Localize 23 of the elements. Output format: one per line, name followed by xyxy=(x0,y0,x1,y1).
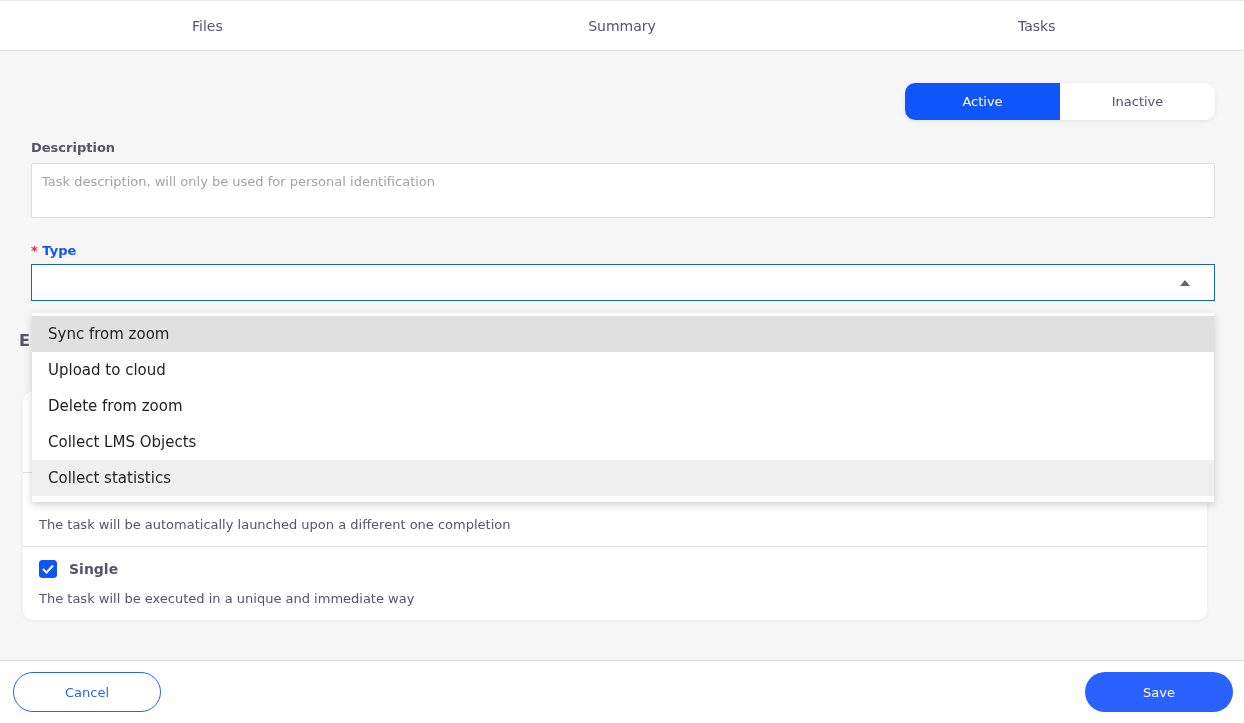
dropdown-option[interactable]: Delete from zoom xyxy=(32,388,1214,424)
field-label: Description xyxy=(31,140,117,155)
tab[interactable]: Files xyxy=(0,1,415,50)
type-select[interactable] xyxy=(31,264,1215,301)
checkbox[interactable] xyxy=(39,560,57,578)
status-option[interactable]: Active xyxy=(905,83,1060,120)
field-label: Type xyxy=(42,243,77,258)
tab[interactable]: Summary xyxy=(414,1,830,50)
cancel-button[interactable]: Cancel xyxy=(13,672,161,712)
option-description: The task will be automatically launched upon a different one completion xyxy=(39,517,512,532)
option-description: The task will be executed in a unique and immediate way xyxy=(39,591,416,606)
dropdown-option[interactable]: Collect LMS Objects xyxy=(32,424,1214,460)
caret-icon xyxy=(1180,279,1190,286)
dropdown-option[interactable]: Collect statistics xyxy=(32,460,1214,496)
required-mark: * xyxy=(31,243,38,258)
description-field[interactable]: Task description, will only be used for personal identification xyxy=(31,163,1215,218)
dropdown-option[interactable]: Upload to cloud xyxy=(32,352,1214,388)
status-option[interactable]: Inactive xyxy=(1060,83,1215,120)
tab[interactable]: Tasks xyxy=(829,1,1244,50)
dropdown-option[interactable]: Sync from zoom xyxy=(32,316,1214,352)
save-button[interactable]: Save xyxy=(1085,672,1233,712)
option-label: Single xyxy=(69,561,119,577)
section-heading: E xyxy=(19,331,30,351)
